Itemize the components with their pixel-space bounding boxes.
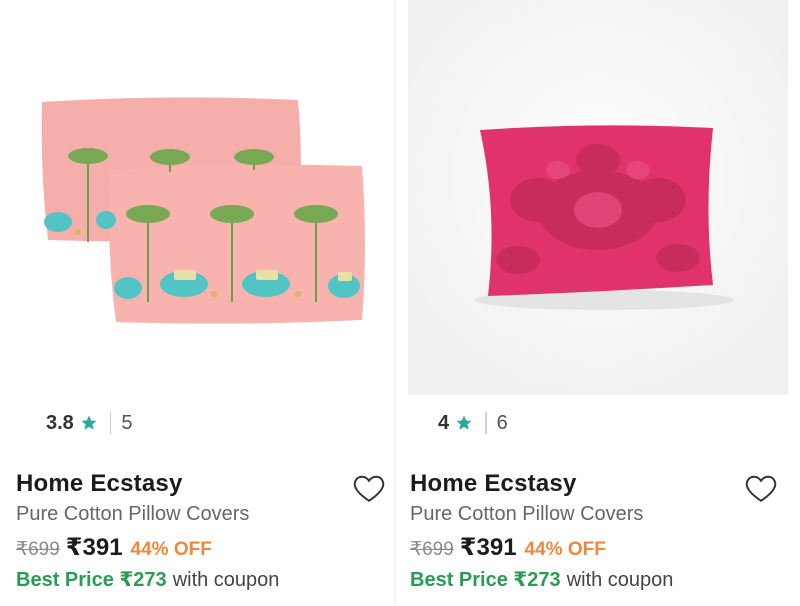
best-price-row: Best Price ₹273 with coupon [410, 567, 673, 592]
mrp-price: ₹699 [16, 539, 60, 560]
product-brand: Home Ecstasy [410, 470, 577, 497]
product-image[interactable] [8, 0, 388, 395]
best-price-row: Best Price ₹273 with coupon [16, 567, 279, 592]
best-price-suffix: with coupon [566, 569, 674, 591]
rating-count: 5 [121, 411, 133, 434]
selling-price: ₹391 [65, 534, 123, 561]
product-title: Pure Cotton Pillow Covers [410, 503, 644, 525]
discount-badge: 44% OFF [130, 539, 212, 560]
rating-divider [485, 412, 487, 434]
rating-divider [109, 412, 112, 434]
rating-value: 4 [438, 411, 450, 434]
product-image[interactable] [408, 0, 788, 395]
rating-value: 3.8 [46, 411, 74, 434]
heart-outline-icon [350, 475, 388, 510]
discount-badge: 44% OFF [524, 539, 606, 560]
selling-price: ₹391 [459, 534, 517, 561]
heart-outline-icon [742, 475, 780, 510]
price-row: ₹699 ₹391 44% OFF [16, 533, 212, 562]
wishlist-button[interactable] [350, 470, 388, 506]
best-price-suffix: with coupon [172, 569, 280, 591]
product-card[interactable]: 3.8 5 Home Ecstasy Pure Cotton Pillow Co… [0, 0, 392, 606]
price-row: ₹699 ₹391 44% OFF [410, 533, 606, 562]
card-divider [394, 0, 396, 606]
product-title: Pure Cotton Pillow Covers [16, 503, 250, 525]
star-icon [80, 414, 98, 432]
rating-count: 6 [496, 411, 508, 434]
best-price-label: Best Price ₹273 [16, 569, 167, 591]
star-icon [455, 414, 473, 432]
best-price-label: Best Price ₹273 [410, 569, 561, 591]
rating-row: 3.8 5 [46, 410, 132, 436]
product-card[interactable]: 4 6 Home Ecstasy Pure Cotton Pillow Cove… [400, 0, 792, 606]
product-brand: Home Ecstasy [16, 470, 183, 497]
mrp-price: ₹699 [410, 539, 454, 560]
product-grid: 3.8 5 Home Ecstasy Pure Cotton Pillow Co… [0, 0, 800, 606]
wishlist-button[interactable] [742, 470, 780, 506]
rating-row: 4 6 [438, 410, 508, 436]
